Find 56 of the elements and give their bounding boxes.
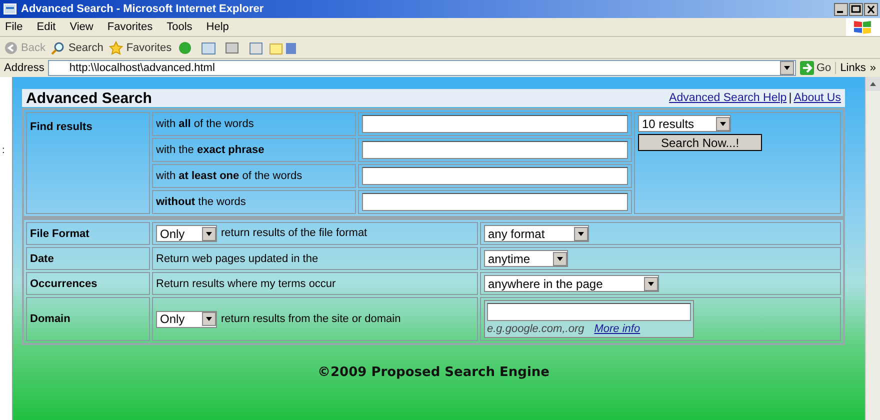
toolbar-button[interactable]: Favorites — [109, 40, 172, 54]
menu-item[interactable]: Favorites — [107, 21, 153, 33]
input-field[interactable] — [362, 193, 628, 211]
dropdown[interactable]: any format — [484, 225, 589, 242]
option-text: return results of the file format — [221, 227, 368, 240]
input-field[interactable] — [362, 141, 628, 159]
dropdown[interactable]: anywhere in the page — [484, 275, 659, 292]
row-label: Domain — [26, 297, 150, 341]
footer-text: ©2009 Proposed Search Engine — [316, 365, 551, 380]
row-label: Find results — [26, 112, 150, 214]
address-label: Address — [4, 62, 44, 74]
windows-logo-icon — [852, 19, 874, 35]
browser-icon — [3, 2, 17, 16]
row-label: Occurrences — [26, 272, 150, 295]
row-label: File Format — [26, 222, 150, 245]
link-separator: | — [788, 92, 792, 104]
option-text: Return results where my terms occur — [156, 278, 336, 290]
close-icon[interactable] — [864, 2, 878, 16]
dropdown[interactable]: Only — [156, 225, 217, 242]
criteria-label: with the exact phrase — [152, 138, 356, 162]
input-field[interactable] — [362, 115, 628, 133]
menu-item[interactable]: Edit — [36, 21, 56, 33]
criteria-label: with at least one of the words — [152, 164, 356, 188]
option-text: Return web pages updated in the — [156, 252, 318, 264]
input-field[interactable] — [362, 167, 628, 185]
domain-field[interactable] — [487, 303, 691, 321]
more-info-link[interactable]: More info — [594, 323, 640, 335]
stray-mark: : — [2, 145, 5, 156]
window-title: Advanced Search - Microsoft Internet Explorer — [21, 3, 264, 15]
more-chevron[interactable]: » — [870, 62, 876, 74]
dropdown[interactable]: anytime — [484, 250, 568, 267]
criteria-label: without the words — [152, 190, 356, 214]
scroll-up-icon[interactable] — [866, 77, 880, 91]
menu-item[interactable]: View — [70, 21, 94, 33]
maximize-icon[interactable] — [849, 2, 863, 16]
option-text: return results from the site or domain — [221, 312, 401, 325]
row-label: Date — [26, 247, 150, 270]
address-field[interactable]: http:\\localhost\advanced.html — [48, 60, 796, 76]
menu-item[interactable]: File — [5, 21, 23, 33]
minimize-icon[interactable] — [834, 2, 848, 16]
help-link[interactable]: Advanced Search Help — [669, 92, 787, 104]
page-heading: Advanced Search — [26, 90, 152, 106]
search-now-button[interactable]: Search Now...! — [638, 134, 762, 151]
criteria-label: with all of the words — [152, 112, 356, 136]
search-icon — [51, 40, 66, 54]
go-arrow-icon — [800, 61, 814, 75]
star-icon — [109, 40, 124, 54]
links-label[interactable]: Links — [840, 62, 866, 74]
menu-item[interactable]: Tools — [166, 21, 192, 33]
go-button[interactable]: Go — [800, 61, 832, 75]
menu-item[interactable]: Help — [206, 21, 229, 33]
dropdown[interactable]: Only — [156, 310, 217, 328]
domain-hint: e.g.google.com,.org — [487, 323, 584, 335]
dropdown[interactable]: 10 results — [638, 115, 731, 132]
toolbar-button[interactable]: Search — [51, 40, 104, 54]
about-link[interactable]: About Us — [794, 92, 841, 104]
